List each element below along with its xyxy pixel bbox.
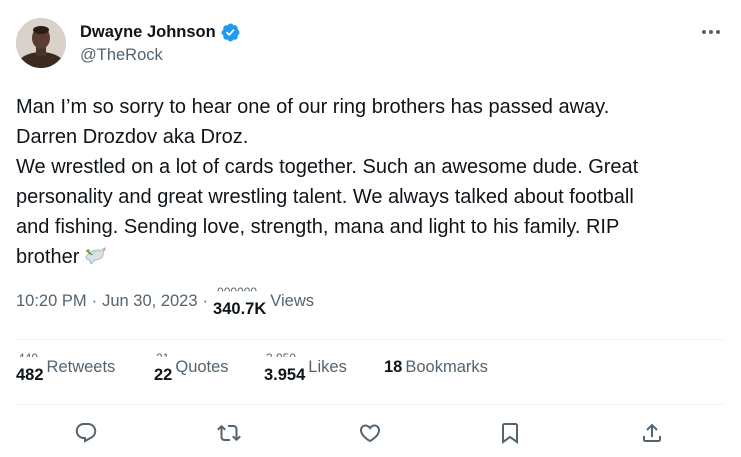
retweets-label: Retweets xyxy=(46,358,116,376)
author-display-name[interactable]: Dwayne Johnson xyxy=(80,23,216,42)
bookmarks-stat[interactable]: 18 Bookmarks xyxy=(384,358,488,377)
retweets-stat[interactable]: 440 482 Retweets xyxy=(16,351,116,384)
tweet-text-last-line: brother xyxy=(16,242,728,272)
reply-button[interactable] xyxy=(73,420,99,446)
quotes-label: Quotes xyxy=(175,358,229,376)
views-label: Views xyxy=(270,292,314,310)
more-options-button[interactable] xyxy=(699,22,723,42)
views-count-value: 340.7K xyxy=(213,300,267,318)
bookmark-icon xyxy=(502,423,518,444)
tweet-text-line: Man I’m so sorry to hear one of our ring… xyxy=(16,96,610,118)
tweet-card: Dwayne Johnson @TheRock Man I’m so sorry… xyxy=(0,0,741,457)
verified-badge-icon[interactable] xyxy=(220,22,241,43)
tweet-meta: 10:20 PM · Jun 30, 2023 · 000000 340.7K V… xyxy=(16,285,314,318)
retweet-icon xyxy=(217,424,241,442)
dove-emoji-icon xyxy=(85,247,108,265)
views-count-ghost: 000000 xyxy=(217,285,258,299)
retweets-count: 440 482 xyxy=(16,351,44,384)
divider xyxy=(16,339,725,340)
bookmark-button[interactable] xyxy=(497,420,523,446)
tweet-text-line: brother xyxy=(16,246,80,268)
reply-icon xyxy=(75,423,97,443)
tweet-time[interactable]: 10:20 PM xyxy=(16,292,87,311)
meta-separator: · xyxy=(91,292,98,310)
likes-count: 3,950 3.954 xyxy=(264,351,306,384)
avatar-image xyxy=(16,18,66,68)
tweet-text: Man I’m so sorry to hear one of our ring… xyxy=(16,92,728,272)
tweet-date[interactable]: Jun 30, 2023 xyxy=(102,292,197,311)
retweet-button[interactable] xyxy=(216,420,242,446)
tweet-text-line: and fishing. Sending love, strength, man… xyxy=(16,216,620,238)
share-button[interactable] xyxy=(639,420,665,446)
bookmarks-label: Bookmarks xyxy=(405,358,488,376)
action-bar xyxy=(0,418,741,448)
meta-separator: · xyxy=(202,292,209,310)
tweet-text-line: We wrestled on a lot of cards together. … xyxy=(16,156,639,178)
divider xyxy=(16,404,725,405)
tweet-text-line: personality and great wrestling talent. … xyxy=(16,186,634,208)
author-name-row: Dwayne Johnson xyxy=(80,21,241,43)
like-button[interactable] xyxy=(357,420,383,446)
likes-label: Likes xyxy=(308,358,347,376)
quotes-stat[interactable]: 21 22 Quotes xyxy=(154,351,229,384)
likes-stat[interactable]: 3,950 3.954 Likes xyxy=(264,351,347,384)
avatar[interactable] xyxy=(16,18,66,68)
tweet-text-line: Darren Drozdov aka Droz. xyxy=(16,126,249,148)
heart-icon xyxy=(359,424,381,443)
quotes-count: 21 22 xyxy=(154,351,173,384)
author-handle[interactable]: @TheRock xyxy=(80,46,163,65)
bookmarks-count: 18 xyxy=(384,358,403,376)
share-icon xyxy=(643,423,661,442)
views-count: 000000 340.7K xyxy=(213,285,267,319)
more-dots-icon xyxy=(702,30,720,34)
